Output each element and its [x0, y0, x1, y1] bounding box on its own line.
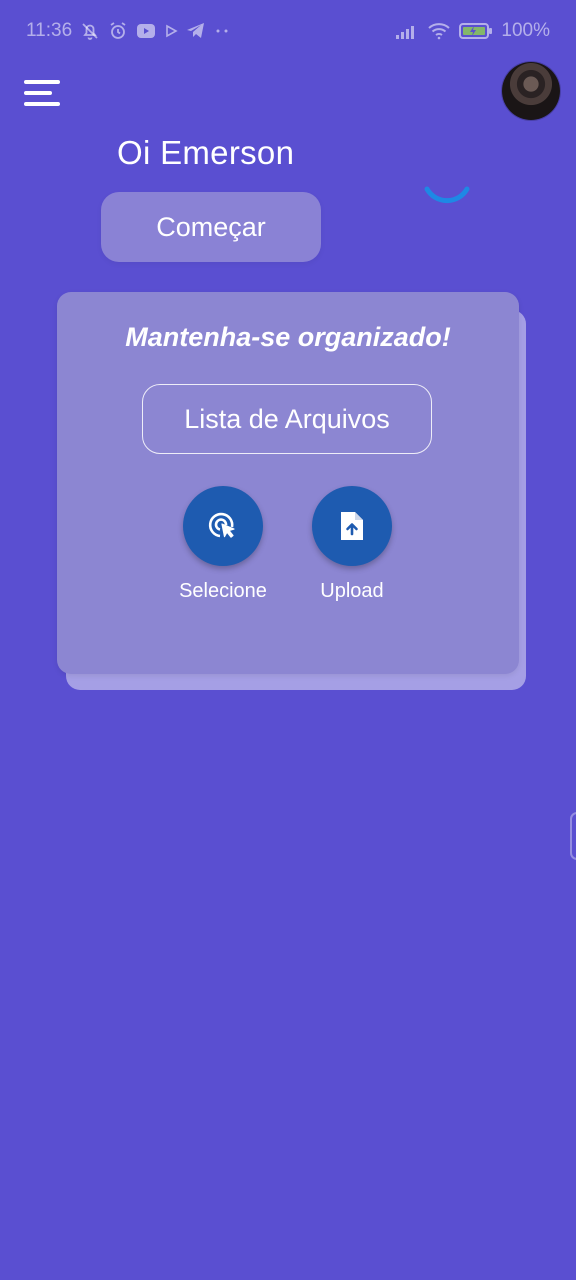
edge-handle[interactable]	[570, 812, 576, 860]
signal-icon	[395, 22, 419, 40]
youtube-icon	[136, 23, 156, 39]
select-button[interactable]	[183, 486, 263, 566]
select-action: Selecione	[163, 486, 283, 603]
battery-charging-icon	[459, 22, 493, 40]
file-list-button[interactable]: Lista de Arquivos	[142, 384, 432, 454]
play-icon	[164, 24, 178, 38]
status-time: 11:36	[26, 20, 73, 41]
greeting-text: Oi Emerson	[117, 134, 295, 171]
more-dots-icon	[214, 28, 230, 34]
touch-select-icon	[206, 509, 240, 543]
upload-label: Upload	[320, 580, 384, 602]
user-avatar[interactable]	[502, 62, 560, 120]
wifi-icon	[427, 22, 451, 40]
notifications-off-icon	[80, 21, 100, 41]
upload-action: Upload	[292, 486, 412, 603]
start-button[interactable]: Começar	[101, 192, 321, 262]
file-upload-icon	[338, 510, 366, 542]
status-bar: 11:36 100%	[0, 0, 576, 62]
hamburger-menu-icon[interactable]	[24, 80, 60, 106]
upload-button[interactable]	[312, 486, 392, 566]
status-left: 11:36	[26, 20, 230, 42]
loading-spinner	[418, 160, 476, 218]
battery-level: 100%	[501, 20, 550, 41]
select-label: Selecione	[179, 580, 267, 602]
alarm-icon	[108, 21, 128, 41]
telegram-icon	[186, 22, 206, 40]
card-title: Mantenha-se organizado!	[125, 322, 451, 352]
organize-card: Mantenha-se organizado! Lista de Arquivo…	[57, 292, 519, 674]
status-right: 100%	[395, 20, 550, 42]
